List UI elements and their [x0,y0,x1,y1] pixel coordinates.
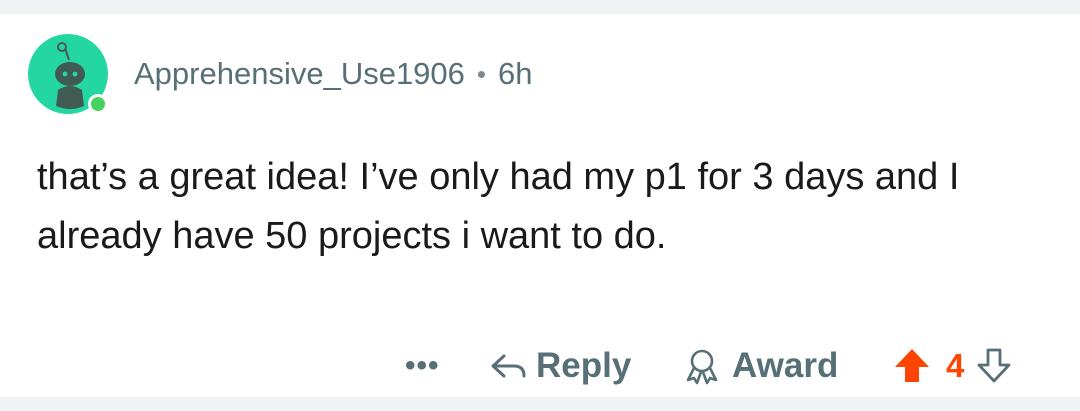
reply-button[interactable]: Reply [488,342,631,390]
reply-label: Reply [536,346,632,385]
author-name[interactable]: Apprehensive_Use1906 [134,56,465,92]
comment-meta: Apprehensive_Use1906 • 6h [134,54,533,94]
user-avatar[interactable] [28,34,112,118]
top-separator [0,0,1080,14]
online-status-dot [91,97,105,111]
meta-separator: • [476,58,487,89]
reply-arrow-icon [491,354,526,378]
award-ribbon-icon [686,349,718,385]
bottom-separator [0,397,1080,411]
comment-actions: ••• Reply Award 4 [0,342,1080,390]
reddit-snoo-avatar-icon [28,34,108,114]
comment-body: that’s a great idea! I’ve only had my p1… [37,156,960,257]
upvote-arrow-icon[interactable] [892,346,932,386]
downvote-arrow-icon[interactable] [976,346,1012,386]
vote-count: 4 [946,347,965,384]
award-button[interactable]: Award [680,342,838,390]
vote-control: 4 [892,342,1012,390]
more-options-button[interactable]: ••• [405,342,440,390]
award-label: Award [732,346,839,385]
comment-age: 6h [498,56,533,91]
comment-card: Apprehensive_Use1906 • 6h that’s a great… [0,14,1080,397]
